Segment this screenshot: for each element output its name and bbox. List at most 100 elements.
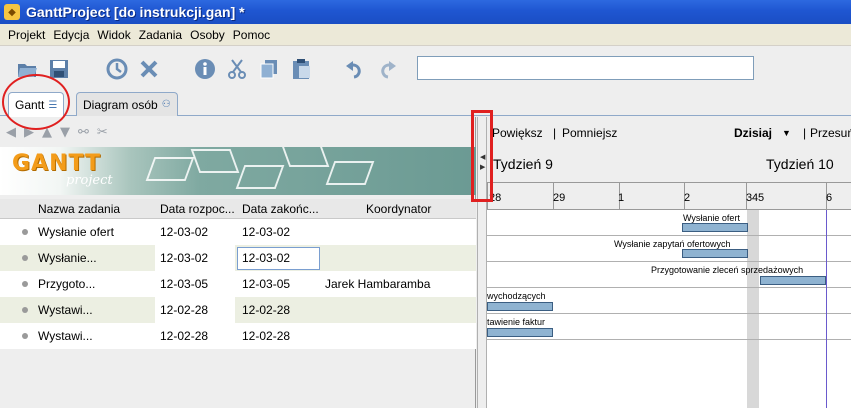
- cut-icon[interactable]: [224, 56, 250, 82]
- undo-icon[interactable]: [342, 56, 368, 82]
- task-start: 12-03-05: [160, 277, 209, 291]
- search-input[interactable]: [417, 56, 754, 80]
- people-icon: ⚇: [161, 99, 171, 110]
- gantt-task-bar[interactable]: [682, 223, 748, 232]
- logo-project-text: project: [66, 173, 113, 188]
- table-row[interactable]: Wystawi... 12-02-28 12-02-28: [0, 297, 476, 323]
- zoombar-separator: |: [803, 126, 807, 140]
- task-tree-panel: ◀ ▶ ▲ ▼ ⚯ ✂ GANTT project Nazwa zadania …: [0, 117, 476, 408]
- task-start: 12-02-28: [160, 303, 209, 317]
- day-label: 5: [758, 192, 765, 204]
- zoom-in-button[interactable]: Powiększ: [492, 126, 543, 140]
- annotation-circle: [2, 74, 70, 130]
- week-label: Tydzień 10: [766, 156, 834, 172]
- chevron-down-icon[interactable]: ▼: [782, 128, 791, 138]
- task-start: 12-03-02: [160, 251, 209, 265]
- zoombar-separator: |: [553, 126, 557, 140]
- gantt-body: Wysłanie ofert Wysłanie zapytań ofertowy…: [487, 210, 851, 408]
- table-row[interactable]: Wysłanie ofert 12-03-02 12-03-02: [0, 219, 476, 245]
- menu-zadania[interactable]: Zadania: [135, 28, 186, 42]
- gantt-task-label: tawienie faktur: [487, 317, 546, 327]
- gantt-task-label: wychodzących: [487, 291, 546, 301]
- toolbar: [0, 46, 851, 90]
- hex-decor: [280, 147, 330, 167]
- tab-diagram-osob[interactable]: Diagram osób ⚇: [76, 92, 178, 116]
- task-name: Wysłanie ofert: [38, 225, 114, 239]
- task-end: 12-03-02: [242, 225, 291, 239]
- table-row[interactable]: Przygoto... 12-03-05 12-03-05 Jarek Hamb…: [0, 271, 476, 297]
- title-bar: ◆ GanttProject [do instrukcji.gan] *: [0, 0, 851, 24]
- task-bullet-icon: [22, 307, 28, 313]
- today-line: [826, 210, 827, 408]
- task-name: Przygoto...: [38, 277, 96, 291]
- task-name: Wystawi...: [38, 329, 93, 343]
- app-icon: ◆: [4, 4, 20, 20]
- menu-osoby[interactable]: Osoby: [186, 28, 229, 42]
- redo-icon[interactable]: [374, 56, 400, 82]
- task-table-header: Nazwa zadania Data rozpoc... Data zakońc…: [0, 199, 476, 219]
- task-name: Wysłanie...: [38, 251, 97, 265]
- menu-widok[interactable]: Widok: [93, 28, 134, 42]
- day-label: 29: [553, 192, 566, 204]
- ganttproject-logo-banner: GANTT project: [0, 147, 476, 195]
- task-end: 12-03-02: [242, 251, 291, 265]
- menu-pomoc[interactable]: Pomoc: [229, 28, 274, 42]
- task-bullet-icon: [22, 333, 28, 339]
- column-header-end[interactable]: Data zakońc...: [242, 202, 319, 216]
- day-label: 2: [684, 192, 691, 204]
- gantt-task-bar[interactable]: [760, 276, 826, 285]
- task-name: Wystawi...: [38, 303, 93, 317]
- view-tabs: Gantt ☰ Diagram osób ⚇: [0, 90, 851, 117]
- gantt-task-bar[interactable]: [682, 249, 748, 258]
- window-title: GanttProject [do instrukcji.gan] *: [26, 4, 245, 20]
- unindent-icon[interactable]: ◀: [6, 125, 16, 140]
- task-table: Nazwa zadania Data rozpoc... Data zakońc…: [0, 199, 476, 349]
- annotation-rectangle: [471, 110, 493, 202]
- task-end: 12-02-28: [242, 329, 291, 343]
- gantt-task-label: Wysłanie ofert: [683, 213, 740, 223]
- hex-decor: [325, 161, 375, 185]
- paste-icon[interactable]: [288, 56, 314, 82]
- gantt-row: [487, 210, 851, 236]
- menu-edycja[interactable]: Edycja: [49, 28, 93, 42]
- link-icon[interactable]: ⚯: [78, 125, 89, 140]
- gantt-task-bar[interactable]: [487, 302, 553, 311]
- task-bullet-icon: [22, 255, 28, 261]
- hex-decor: [190, 149, 240, 173]
- task-end: 12-02-28: [242, 303, 291, 317]
- hex-decor: [235, 165, 285, 189]
- table-row[interactable]: Wysłanie... 12-03-02 12-03-02: [0, 245, 476, 271]
- hex-decor: [145, 157, 195, 181]
- timeline-weeks: Tydzień 9 Tydzień 10: [487, 149, 851, 183]
- day-label: 6: [826, 192, 833, 204]
- unlink-icon[interactable]: ✂: [97, 125, 108, 140]
- gantt-task-label: Przygotowanie zleceń sprzedażowych: [651, 265, 804, 275]
- today-button[interactable]: Dzisiaj: [734, 126, 772, 140]
- table-row[interactable]: Wystawi... 12-02-28 12-02-28: [0, 323, 476, 349]
- task-bullet-icon: [22, 281, 28, 287]
- delete-icon[interactable]: [136, 56, 162, 82]
- task-end: 12-03-05: [242, 277, 291, 291]
- column-header-start[interactable]: Data rozpoc...: [160, 202, 235, 216]
- info-icon[interactable]: [192, 56, 218, 82]
- timeline-days: 28 29 1 2 3 4 5 6: [487, 183, 851, 210]
- clock-icon[interactable]: [104, 56, 130, 82]
- week-label: Tydzień 9: [493, 156, 553, 172]
- move-down-icon[interactable]: ▼: [60, 125, 70, 140]
- task-nav-toolbar: ◀ ▶ ▲ ▼ ⚯ ✂: [0, 117, 476, 147]
- copy-icon[interactable]: [256, 56, 282, 82]
- column-header-name[interactable]: Nazwa zadania: [38, 202, 120, 216]
- column-header-coordinator[interactable]: Koordynator: [366, 202, 431, 216]
- task-start: 12-02-28: [160, 329, 209, 343]
- gantt-task-bar[interactable]: [487, 328, 553, 337]
- move-button[interactable]: Przesuń: [810, 126, 851, 140]
- task-start: 12-03-02: [160, 225, 209, 239]
- day-label: 1: [618, 192, 625, 204]
- task-coordinator: Jarek Hambaramba: [325, 277, 431, 291]
- zoom-out-button[interactable]: Pomniejsz: [562, 126, 617, 140]
- menu-bar: Projekt Edycja Widok Zadania Osoby Pomoc: [0, 24, 851, 46]
- menu-projekt[interactable]: Projekt: [4, 28, 49, 42]
- task-bullet-icon: [22, 229, 28, 235]
- tab-diagram-osob-label: Diagram osób: [83, 97, 158, 112]
- gantt-chart-panel: Powiększ | Pomniejsz Dzisiaj ▼ | Przesuń…: [487, 117, 851, 408]
